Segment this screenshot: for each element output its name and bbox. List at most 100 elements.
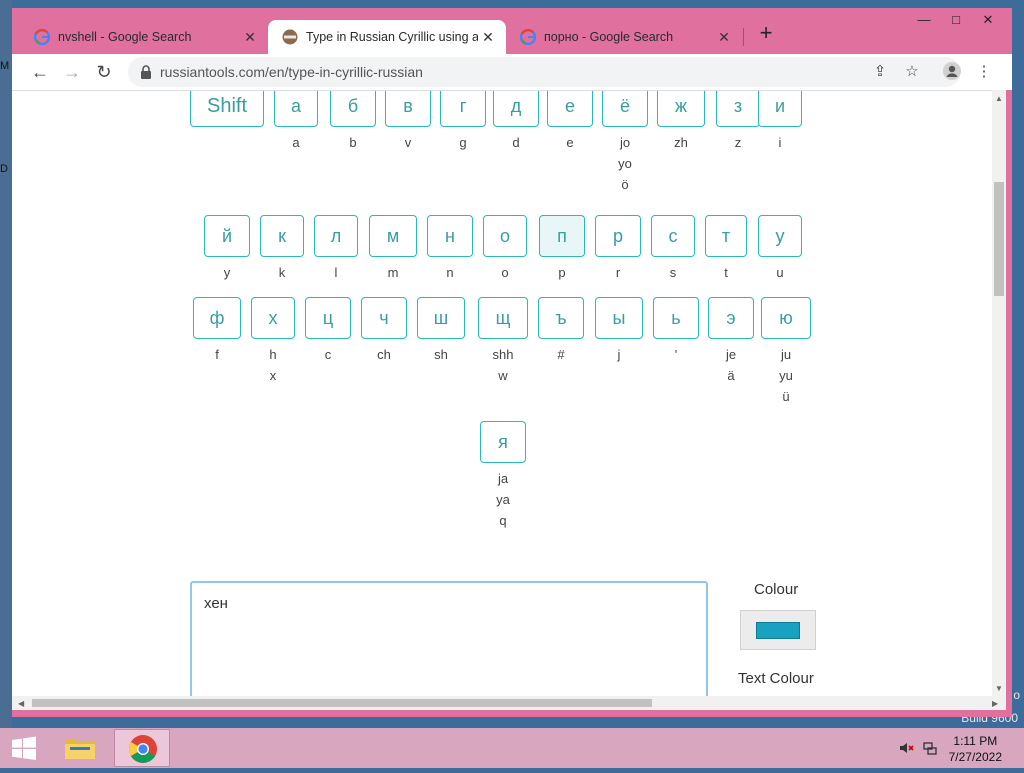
latin-equivalent-label: u [776,265,784,280]
back-button[interactable]: ← [28,60,52,84]
key-cyrillic[interactable]: с [651,215,695,257]
star-icon[interactable]: ☆ [902,62,922,82]
colour-label: Colour [754,581,799,598]
latin-equivalent-label: s [669,265,677,280]
key-cyrillic[interactable]: й [204,215,250,257]
speaker-muted-icon[interactable] [898,740,914,756]
desktop-icon-label: M [0,60,10,72]
lock-icon [141,65,151,79]
address-bar[interactable]: russiantools.com/en/type-in-cyrillic-rus… [128,57,960,87]
vertical-scroll-thumb[interactable] [994,182,1004,296]
key-cyrillic[interactable]: у [758,215,802,257]
taskbar-file-explorer[interactable] [52,729,108,767]
desktop-icon-label: D [0,163,8,175]
key-cyrillic[interactable]: п [539,215,585,257]
key-cyrillic[interactable]: г [440,91,486,127]
key-cyrillic[interactable]: ъ [538,297,584,339]
tab-strip: nvshell - Google Search ✕ Type in Russia… [12,8,1012,54]
network-icon[interactable] [922,740,938,756]
tab-nvshell-search[interactable]: nvshell - Google Search ✕ [20,20,268,54]
russiantools-icon [282,29,298,45]
close-tab-icon[interactable]: ✕ [714,29,734,46]
vertical-scrollbar[interactable]: ▲ ▼ [992,90,1006,696]
latin-equivalent-label: a [292,135,300,150]
latin-equivalent-label: w [498,368,508,383]
latin-equivalent-label: i [778,135,782,150]
tab-divider [743,28,744,46]
key-cyrillic[interactable]: а [274,91,318,127]
latin-equivalent-label: yo [618,156,632,171]
horizontal-scroll-thumb[interactable] [32,699,652,707]
clock-time: 1:11 PM [953,734,998,748]
share-icon[interactable]: ⇪ [870,62,890,82]
key-cyrillic[interactable]: э [708,297,754,339]
tab-porno-search[interactable]: порно - Google Search ✕ [506,20,742,54]
key-cyrillic[interactable]: м [369,215,417,257]
minimize-button[interactable]: — [908,12,940,32]
close-tab-icon[interactable]: ✕ [240,29,260,46]
key-shift[interactable]: Shift [190,91,264,127]
tab-russiantools[interactable]: Type in Russian Cyrillic using an Englis… [268,20,506,54]
latin-equivalent-label: x [269,368,277,383]
close-tab-icon[interactable]: ✕ [478,29,498,46]
key-cyrillic[interactable]: щ [478,297,528,339]
folder-icon [65,739,95,759]
kebab-menu-icon[interactable]: ⋮ [974,62,994,82]
latin-equivalent-label: n [446,265,454,280]
key-cyrillic[interactable]: ш [417,297,465,339]
key-cyrillic[interactable]: з [716,91,760,127]
maximize-button[interactable]: □ [940,12,972,32]
key-cyrillic[interactable]: ч [361,297,407,339]
key-cyrillic[interactable]: ж [657,91,705,127]
key-cyrillic[interactable]: ь [653,297,699,339]
tab-title: nvshell - Google Search [58,30,192,44]
colour-picker-button[interactable] [740,610,816,650]
latin-equivalent-label: ya [496,492,510,507]
new-tab-button[interactable]: + [754,22,778,46]
key-cyrillic[interactable]: о [483,215,527,257]
key-cyrillic[interactable]: ц [305,297,351,339]
key-cyrillic[interactable]: х [251,297,295,339]
key-cyrillic[interactable]: е [547,91,593,127]
forward-button[interactable]: → [60,60,84,84]
key-cyrillic[interactable]: л [314,215,358,257]
key-cyrillic[interactable]: н [427,215,473,257]
latin-equivalent-label: p [558,265,566,280]
latin-equivalent-label: zh [674,135,688,150]
latin-equivalent-label: m [387,265,399,280]
key-cyrillic[interactable]: б [330,91,376,127]
latin-equivalent-label: ö [621,177,629,192]
taskbar-chrome[interactable] [114,729,170,767]
latin-equivalent-label: jo [619,135,631,150]
system-clock[interactable]: 1:11 PM 7/27/2022 [949,733,1002,765]
key-cyrillic[interactable]: ю [761,297,811,339]
horizontal-scrollbar[interactable]: ◀ ▶ [12,696,1006,710]
key-cyrillic[interactable]: в [385,91,431,127]
key-cyrillic[interactable]: т [705,215,747,257]
start-button[interactable] [0,728,48,768]
profile-icon[interactable] [942,62,962,82]
latin-equivalent-label: shh [492,347,514,362]
tab-title: порно - Google Search [544,30,674,44]
google-icon [34,29,50,45]
latin-equivalent-label: h [269,347,277,362]
key-cyrillic[interactable]: и [758,91,802,127]
latin-equivalent-label: je [725,347,737,362]
reload-button[interactable]: ↻ [92,60,116,84]
latin-equivalent-label: l [334,265,338,280]
latin-equivalent-label: yu [779,368,793,383]
latin-equivalent-label: t [724,265,728,280]
windows-logo-icon [12,736,36,760]
latin-equivalent-label: q [499,513,507,528]
key-cyrillic[interactable]: к [260,215,304,257]
key-cyrillic[interactable]: ы [595,297,643,339]
key-cyrillic[interactable]: д [493,91,539,127]
cyrillic-text-area[interactable]: хен [190,581,708,697]
key-cyrillic[interactable]: я [480,421,526,463]
key-cyrillic[interactable]: ф [193,297,241,339]
key-cyrillic[interactable]: ё [602,91,648,127]
url-text: russiantools.com/en/type-in-cyrillic-rus… [160,64,423,80]
close-window-button[interactable]: ✕ [972,12,1004,32]
latin-equivalent-label: e [566,135,574,150]
key-cyrillic[interactable]: р [595,215,641,257]
